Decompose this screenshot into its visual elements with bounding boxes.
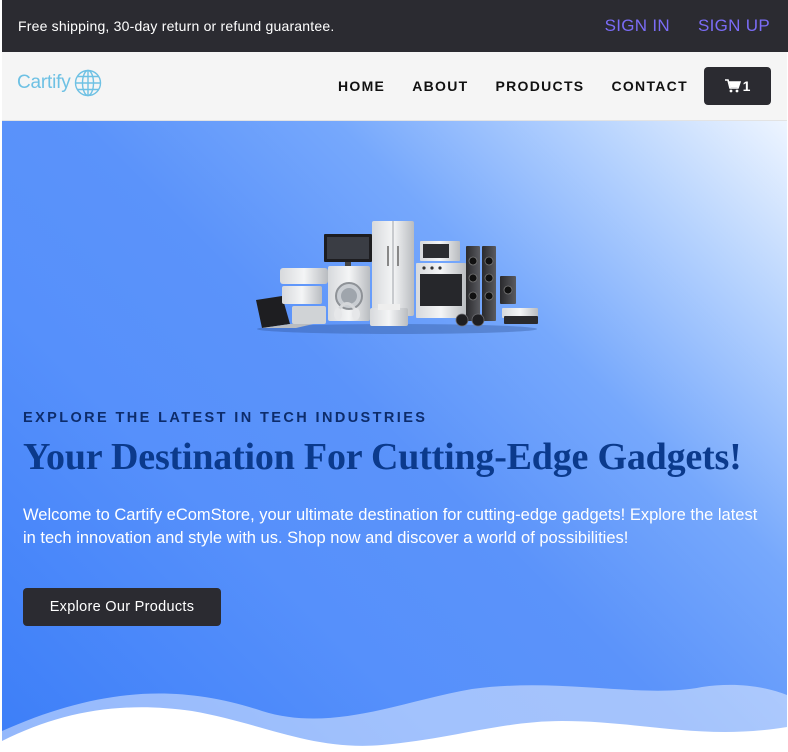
top-announcement-bar: Free shipping, 30-day return or refund g… xyxy=(2,0,788,52)
explore-products-button[interactable]: Explore Our Products xyxy=(23,588,221,626)
nav-products[interactable]: PRODUCTS xyxy=(495,78,584,94)
cart-button[interactable]: 1 xyxy=(704,67,771,105)
nav-home[interactable]: HOME xyxy=(338,78,385,94)
logo-text: Cartify xyxy=(17,72,71,93)
main-navbar: Cartify HOME ABOUT PRODUCTS CONTACT 1 xyxy=(2,52,787,121)
nav-links: HOME ABOUT PRODUCTS CONTACT xyxy=(338,78,715,94)
hero-headline: Your Destination For Cutting-Edge Gadget… xyxy=(23,436,742,478)
decorative-waves xyxy=(2,684,787,752)
shipping-promo-text: Free shipping, 30-day return or refund g… xyxy=(18,18,335,34)
hero-intro-text: Welcome to Cartify eComStore, your ultim… xyxy=(23,506,758,547)
nav-contact[interactable]: CONTACT xyxy=(611,78,688,94)
sign-up-link[interactable]: SIGN UP xyxy=(698,16,770,36)
auth-links: SIGN IN SIGN UP xyxy=(605,16,770,36)
sign-in-link[interactable]: SIGN IN xyxy=(605,16,670,36)
nav-about[interactable]: ABOUT xyxy=(412,78,468,94)
globe-icon xyxy=(74,69,101,97)
electronics-appliances-image xyxy=(256,221,538,334)
site-logo[interactable]: Cartify xyxy=(17,68,103,98)
hero-eyebrow: EXPLORE THE LATEST IN TECH INDUSTRIES xyxy=(23,410,428,426)
cart-icon xyxy=(724,79,741,93)
hero-section: EXPLORE THE LATEST IN TECH INDUSTRIES Yo… xyxy=(2,121,787,752)
cart-count: 1 xyxy=(742,78,751,94)
